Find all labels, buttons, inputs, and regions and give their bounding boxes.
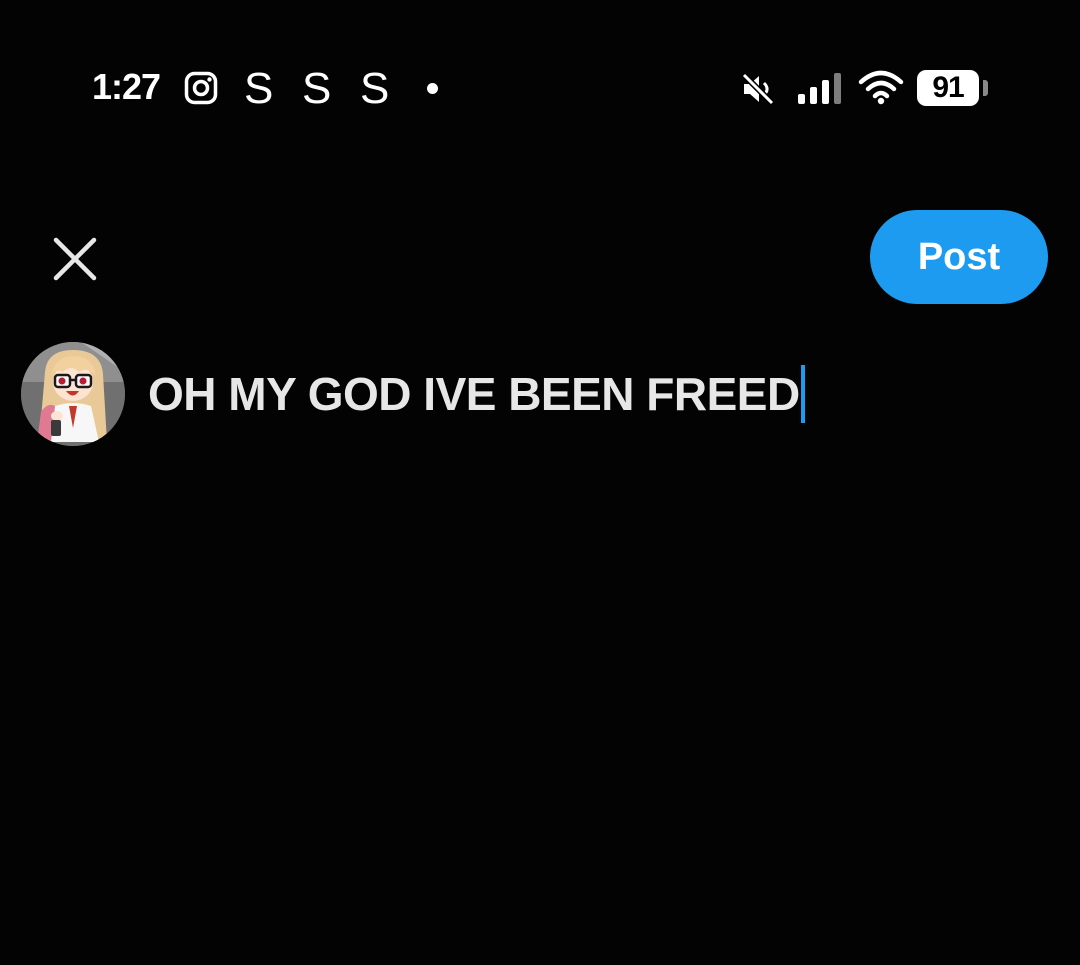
post-button[interactable]: Post	[870, 210, 1048, 304]
instagram-icon	[184, 71, 218, 105]
wifi-icon	[858, 70, 904, 105]
battery-cap	[983, 80, 988, 96]
s-app-icon: S	[360, 64, 390, 113]
close-button[interactable]	[48, 232, 102, 286]
s-app-icon: S	[244, 64, 274, 113]
s-app-icon: S	[302, 64, 332, 113]
status-bar: 1:27 S S S 91	[0, 60, 1080, 120]
mute-icon	[741, 72, 775, 106]
battery-icon: 91	[917, 70, 979, 106]
close-icon	[53, 237, 97, 281]
status-time: 1:27	[92, 66, 161, 107]
battery-level: 91	[932, 71, 964, 104]
compose-text: OH MY GOD IVE BEEN FREED	[148, 368, 800, 420]
compose-screen: 1:27 S S S 91 Post OH MY GOD IVE BEEN FR…	[0, 0, 1080, 965]
cellular-signal-icon	[798, 73, 841, 104]
more-notifications-dot	[427, 83, 438, 94]
compose-text-field[interactable]: OH MY GOD IVE BEEN FREED	[148, 364, 805, 424]
avatar[interactable]	[21, 342, 125, 446]
avatar-image	[21, 342, 125, 446]
text-caret	[800, 365, 805, 423]
